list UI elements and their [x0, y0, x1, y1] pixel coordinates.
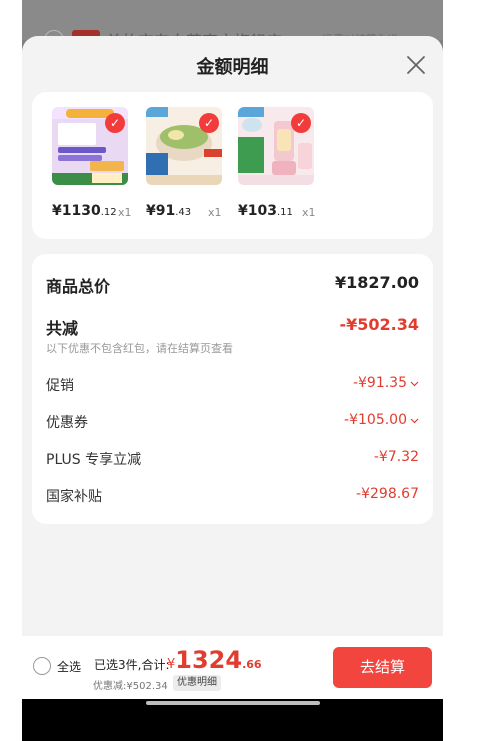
close-icon[interactable]: [405, 54, 427, 76]
chevron-down-icon: [410, 381, 419, 387]
total-label: 商品总价: [46, 277, 111, 296]
chevron-down-icon: [410, 418, 419, 424]
phone-screen: 美的京东自营官方旗舰店 运费以结算为准 金额明细: [22, 0, 443, 741]
promo-row[interactable]: 促销 -¥91.35: [46, 375, 419, 397]
promo-value: -¥91.35: [352, 375, 407, 391]
coupon-value: -¥105.00: [344, 412, 407, 428]
product-price: ¥1130.12: [52, 203, 117, 219]
coupon-label: 优惠券: [46, 415, 88, 431]
coupon-row[interactable]: 优惠券 -¥105.00: [46, 412, 419, 434]
reduce-label: 共减: [46, 319, 79, 338]
total-row: 商品总价 ¥1827.00: [46, 273, 419, 296]
discount-text: 优惠减:¥502.34: [93, 681, 168, 692]
system-nav-bar: [22, 699, 443, 741]
product-price: ¥91.43: [146, 203, 192, 219]
total-amount: ¥1324.66: [167, 646, 262, 674]
total-value: ¥1827.00: [334, 273, 419, 292]
select-all-label[interactable]: 全选: [57, 658, 81, 675]
checkout-button[interactable]: 去结算: [333, 647, 432, 688]
plus-row: PLUS 专享立减 -¥7.32: [46, 449, 419, 471]
subsidy-value: -¥298.67: [356, 486, 419, 502]
product-qty: x1: [302, 206, 316, 219]
reduce-note: 以下优惠不包含红包，请在结算页查看: [46, 342, 233, 355]
product-price: ¥103.11: [238, 203, 293, 219]
price-summary-card: 商品总价 ¥1827.00 共减 -¥502.34 以下优惠不包含红包，请在结算…: [32, 254, 433, 524]
subsidy-label: 国家补贴: [46, 489, 102, 505]
subsidy-row: 国家补贴 -¥298.67: [46, 486, 419, 508]
product-image-pot[interactable]: ✓: [146, 107, 222, 185]
plus-label: PLUS 专享立减: [46, 452, 142, 468]
home-indicator[interactable]: [146, 701, 320, 705]
check-icon: ✓: [199, 113, 219, 133]
discount-detail-button[interactable]: 优惠明细: [173, 675, 221, 691]
product-image-ac[interactable]: ✓: [52, 107, 128, 185]
plus-value: -¥7.32: [373, 449, 419, 465]
selected-count: 已选3件,合计:: [94, 658, 170, 672]
product-qty: x1: [208, 206, 222, 219]
check-icon: ✓: [105, 113, 125, 133]
sheet-title: 金额明细: [196, 57, 269, 78]
reduce-value: -¥502.34: [339, 315, 419, 334]
promo-label: 促销: [46, 378, 74, 394]
reduce-row: 共减 -¥502.34: [46, 315, 419, 338]
product-image-blender[interactable]: ✓: [238, 107, 314, 185]
select-all-checkbox[interactable]: [33, 657, 51, 675]
check-icon: ✓: [291, 113, 311, 133]
product-qty: x1: [118, 206, 132, 219]
background-cart-row: 美的京东自营官方旗舰店 运费以结算为准: [22, 0, 443, 51]
product-card: ✓ ✓ ✓ ¥1130.12 x1 ¥91.43 x1 ¥103.11 x1: [32, 92, 433, 239]
